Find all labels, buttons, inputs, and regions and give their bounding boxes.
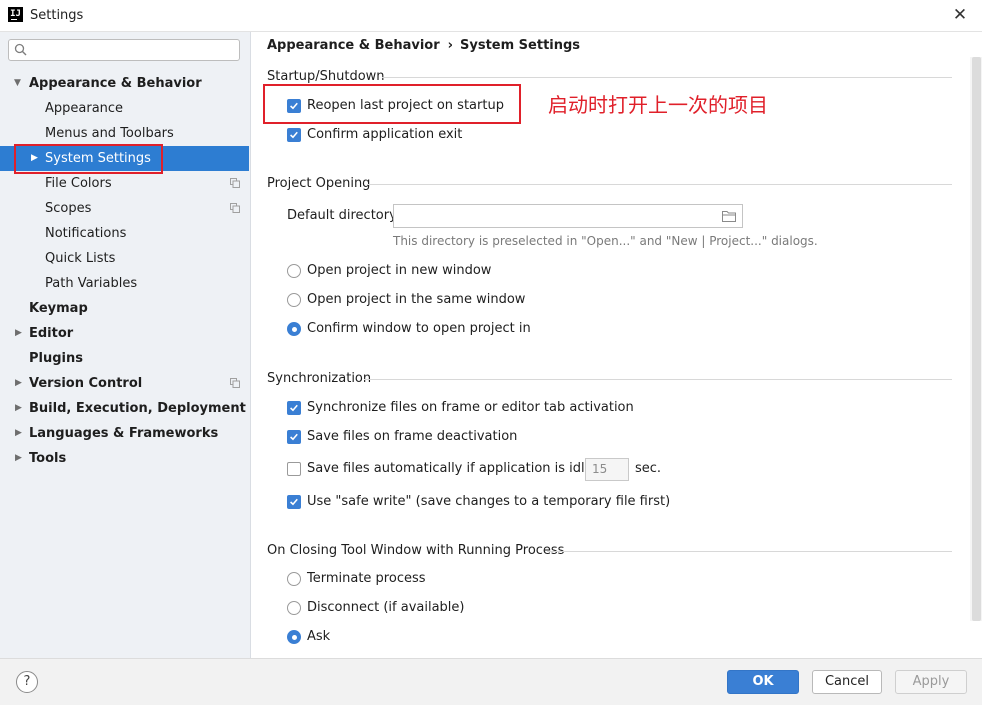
sidebar-item-tools[interactable]: ▶ Tools bbox=[0, 446, 250, 471]
project-level-icon bbox=[230, 378, 240, 388]
radio-unselected[interactable] bbox=[287, 293, 301, 307]
section-divider bbox=[547, 551, 952, 552]
section-divider bbox=[367, 184, 952, 185]
checkbox-checked[interactable] bbox=[287, 128, 301, 142]
section-closing-tool-window: On Closing Tool Window with Running Proc… bbox=[267, 543, 952, 559]
checkbox-checked[interactable] bbox=[287, 495, 301, 509]
window-title: Settings bbox=[30, 8, 84, 23]
search-input[interactable] bbox=[8, 39, 240, 61]
checkbox-unchecked[interactable] bbox=[287, 462, 301, 476]
section-title: Synchronization bbox=[267, 371, 372, 386]
chevron-right-icon: ▶ bbox=[15, 453, 22, 463]
default-directory-hint: This directory is preselected in "Open..… bbox=[393, 234, 818, 248]
idle-seconds-input[interactable]: 15 bbox=[585, 458, 629, 481]
help-icon[interactable]: ? bbox=[16, 671, 38, 693]
section-synchronization: Synchronization bbox=[267, 371, 952, 387]
sidebar-item-menus-toolbars[interactable]: Menus and Toolbars bbox=[0, 121, 250, 146]
radio-selected[interactable] bbox=[287, 322, 301, 336]
sidebar-item-plugins[interactable]: Plugins bbox=[0, 346, 250, 371]
chevron-right-icon: ▶ bbox=[15, 403, 22, 413]
radio-unselected[interactable] bbox=[287, 572, 301, 586]
apply-button[interactable]: Apply bbox=[895, 670, 967, 694]
breadcrumb-parent[interactable]: Appearance & Behavior bbox=[267, 38, 440, 53]
checkbox-checked[interactable] bbox=[287, 99, 301, 113]
dialog-footer: ? OK Cancel Apply bbox=[0, 658, 982, 705]
sidebar-item-system-settings[interactable]: ▶ System Settings bbox=[0, 146, 249, 171]
settings-sidebar: ▼ Appearance & Behavior Appearance Menus… bbox=[0, 32, 251, 658]
sidebar-item-file-colors[interactable]: File Colors bbox=[0, 171, 250, 196]
annotation-text: 启动时打开上一次的项目 bbox=[548, 93, 768, 117]
sidebar-item-build-execution-deployment[interactable]: ▶ Build, Execution, Deployment bbox=[0, 396, 250, 421]
chevron-right-icon: ▶ bbox=[15, 428, 22, 438]
project-level-icon bbox=[230, 203, 240, 213]
section-project-opening: Project Opening bbox=[267, 176, 952, 192]
section-title: On Closing Tool Window with Running Proc… bbox=[267, 543, 565, 558]
chevron-right-icon: ▶ bbox=[15, 328, 22, 338]
section-title: Project Opening bbox=[267, 176, 371, 191]
sidebar-item-path-variables[interactable]: Path Variables bbox=[0, 271, 250, 296]
sidebar-item-keymap[interactable]: Keymap bbox=[0, 296, 250, 321]
section-divider bbox=[364, 379, 952, 380]
default-directory-label: Default directory: bbox=[287, 208, 401, 223]
breadcrumb-current: System Settings bbox=[460, 38, 581, 53]
title-bar: IJ Settings ✕ bbox=[0, 0, 982, 32]
sidebar-item-scopes[interactable]: Scopes bbox=[0, 196, 250, 221]
chevron-down-icon: ▼ bbox=[14, 78, 21, 88]
radio-unselected[interactable] bbox=[287, 601, 301, 615]
cancel-button[interactable]: Cancel bbox=[812, 670, 882, 694]
breadcrumb-separator: › bbox=[447, 38, 453, 53]
sidebar-item-version-control[interactable]: ▶ Version Control bbox=[0, 371, 250, 396]
scrollbar-thumb[interactable] bbox=[972, 57, 981, 621]
sidebar-item-notifications[interactable]: Notifications bbox=[0, 221, 250, 246]
chevron-right-icon: ▶ bbox=[31, 153, 38, 163]
checkbox-checked[interactable] bbox=[287, 401, 301, 415]
folder-icon[interactable] bbox=[722, 210, 736, 222]
search-icon bbox=[14, 43, 27, 56]
sidebar-item-quick-lists[interactable]: Quick Lists bbox=[0, 246, 250, 271]
default-directory-input[interactable] bbox=[393, 204, 743, 228]
radio-selected[interactable] bbox=[287, 630, 301, 644]
project-level-icon bbox=[230, 178, 240, 188]
section-title: Startup/Shutdown bbox=[267, 69, 385, 84]
sidebar-item-editor[interactable]: ▶ Editor bbox=[0, 321, 250, 346]
app-logo-icon: IJ bbox=[8, 7, 23, 22]
breadcrumb: Appearance & Behavior › System Settings bbox=[267, 38, 580, 53]
chevron-right-icon: ▶ bbox=[15, 378, 22, 388]
section-startup: Startup/Shutdown bbox=[267, 69, 952, 85]
sidebar-item-languages-frameworks[interactable]: ▶ Languages & Frameworks bbox=[0, 421, 250, 446]
radio-unselected[interactable] bbox=[287, 264, 301, 278]
close-icon[interactable]: ✕ bbox=[950, 4, 970, 26]
sidebar-item-appearance-behavior[interactable]: ▼ Appearance & Behavior bbox=[0, 71, 250, 96]
sidebar-item-appearance[interactable]: Appearance bbox=[0, 96, 250, 121]
ok-button[interactable]: OK bbox=[727, 670, 799, 694]
checkbox-checked[interactable] bbox=[287, 430, 301, 444]
idle-unit-label: sec. bbox=[635, 461, 662, 476]
section-divider bbox=[382, 77, 952, 78]
